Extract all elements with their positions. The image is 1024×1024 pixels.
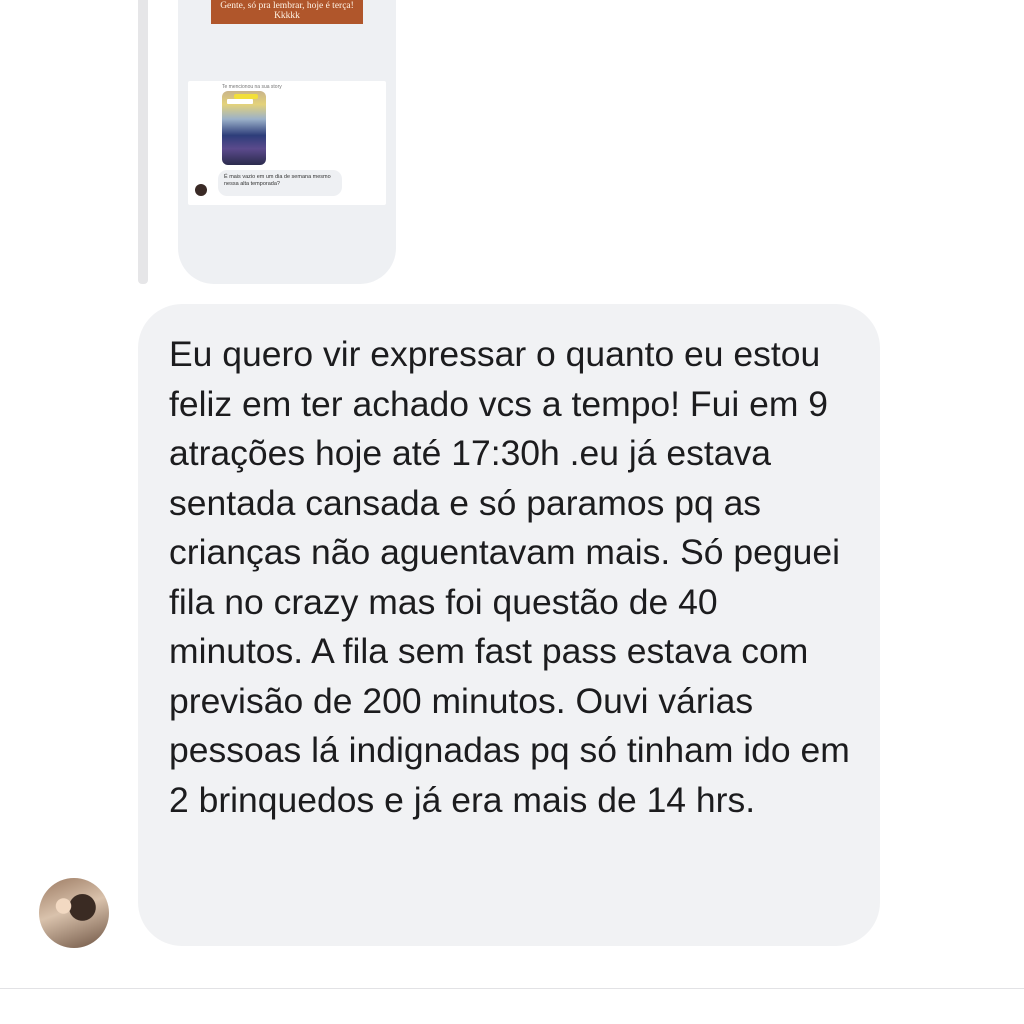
story-shot-avatar (195, 184, 207, 196)
thumbnail-tag (227, 99, 253, 104)
message-segment: até 17:30h .eu já estava sentada cansada… (169, 433, 850, 820)
story-shot-caption: Te mencionou na sua story (222, 84, 282, 90)
story-thumbnail-image (222, 91, 266, 165)
message-segment: liz em ter achado vcs a tempo! Fui em (198, 383, 809, 424)
story-reply-card[interactable]: Gente, só pra lembrar, hoje é terça! Kkk… (178, 0, 396, 284)
message-text: Eu quero vir expressar o quanto eu estou… (169, 330, 859, 825)
reply-thread-line (138, 0, 148, 284)
sender-avatar[interactable] (39, 878, 109, 948)
story-screenshot: Te mencionou na sua story É mais vazio e… (188, 81, 386, 205)
message-highlight-segment: vir expressar o quanto eu (313, 334, 724, 374)
composer-divider (0, 988, 1024, 989)
story-banner-text: Gente, só pra lembrar, hoje é terça! Kkk… (211, 0, 363, 24)
story-shot-reply-bubble: É mais vazio em um dia de semana mesmo n… (218, 170, 342, 196)
message-segment: Eu quero (169, 334, 314, 374)
